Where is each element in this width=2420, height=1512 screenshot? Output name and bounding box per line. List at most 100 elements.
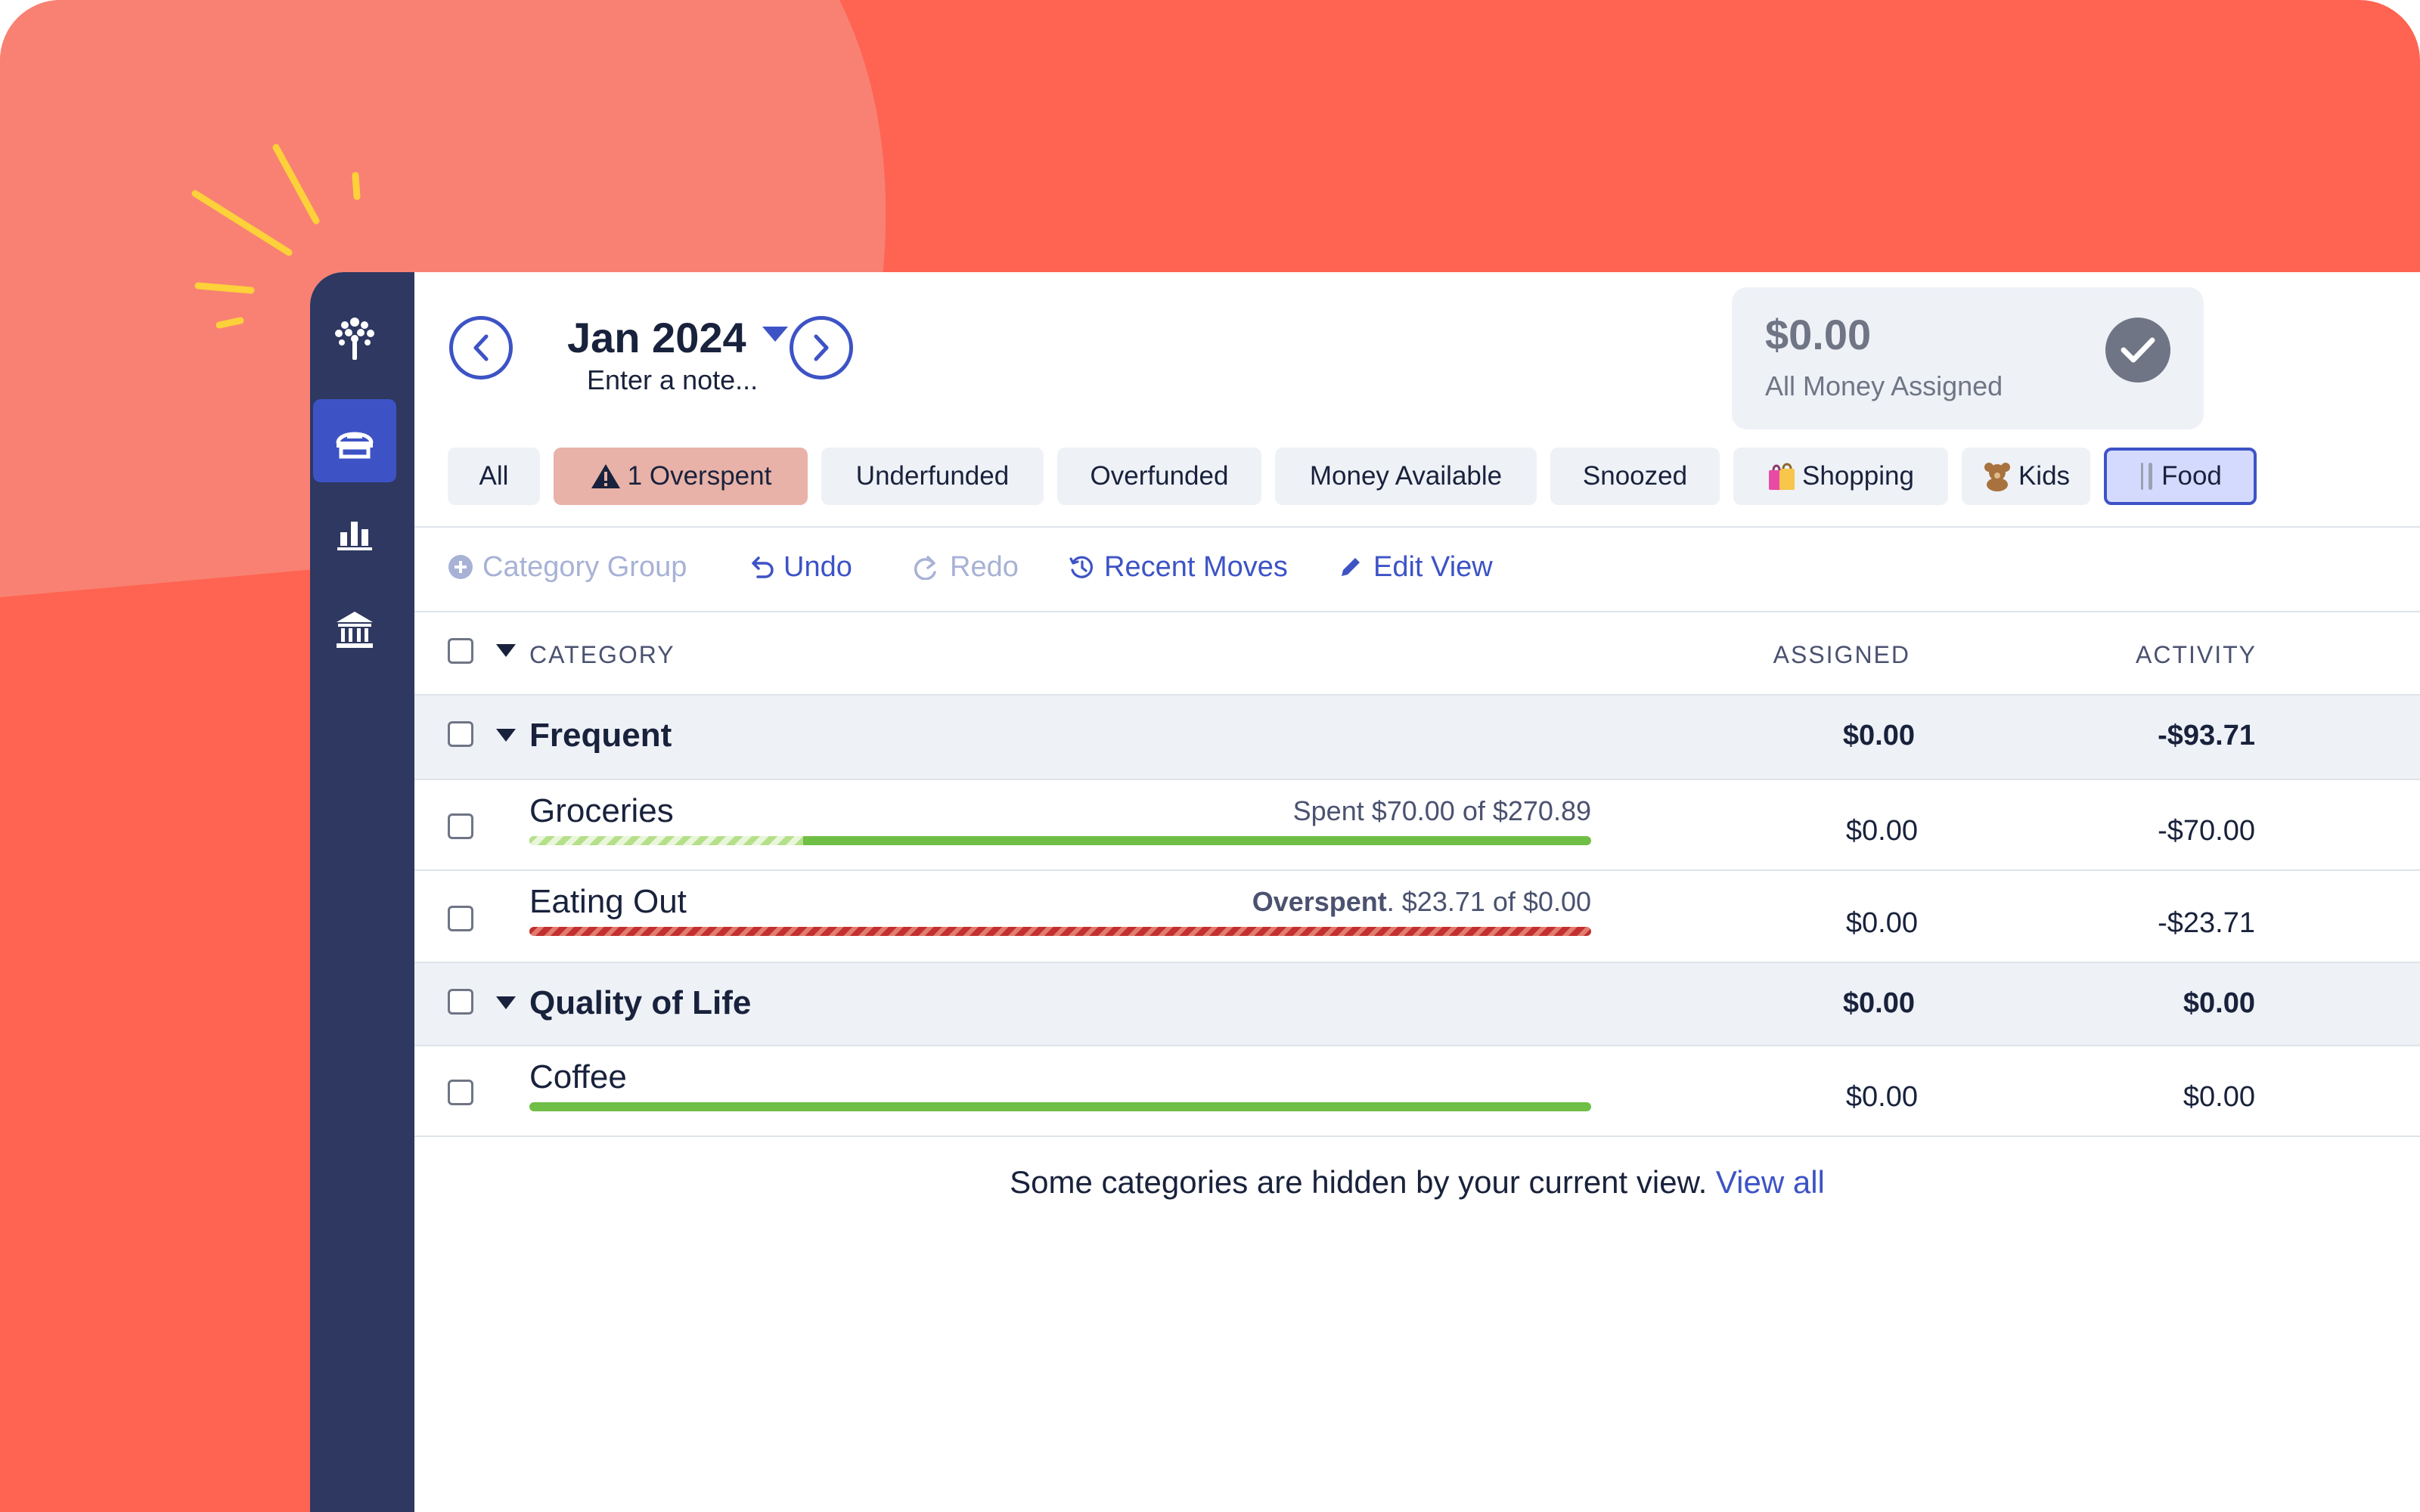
category-activity[interactable]: -$70.00 xyxy=(2158,815,2255,847)
fork-knife-icon xyxy=(2141,463,2153,490)
history-icon xyxy=(1069,556,1093,578)
row-checkbox[interactable] xyxy=(448,721,473,747)
redo-icon xyxy=(914,556,936,580)
progress-detail: . $23.71 of $0.00 xyxy=(1386,886,1591,917)
category-name[interactable]: Groceries xyxy=(529,792,674,830)
chip-label: Snoozed xyxy=(1582,461,1688,491)
category-group-row[interactable]: Frequent $0.00 -$93.71 xyxy=(414,696,2420,779)
sidebar xyxy=(310,272,414,1512)
funding-progress-bar xyxy=(529,1102,1591,1111)
group-activity: $0.00 xyxy=(2183,987,2255,1019)
group-name[interactable]: Quality of Life xyxy=(529,984,751,1022)
toolbar-label: Redo xyxy=(950,550,1019,583)
month-picker-caret-icon[interactable] xyxy=(762,327,788,342)
chip-label: Food xyxy=(2161,461,2222,491)
collapse-group-icon[interactable] xyxy=(496,729,516,742)
group-name[interactable]: Frequent xyxy=(529,717,672,754)
budget-icon[interactable] xyxy=(313,399,396,482)
category-activity[interactable]: $0.00 xyxy=(2183,1081,2255,1114)
filter-shopping[interactable]: Shopping xyxy=(1733,448,1948,505)
divider xyxy=(414,526,2420,528)
column-assigned[interactable]: ASSIGNED xyxy=(1773,641,1910,669)
promo-background: Jan 2024 Enter a note... $0.00 All Money… xyxy=(0,0,2420,1512)
undo-button[interactable]: Undo xyxy=(749,544,852,590)
select-all-checkbox[interactable] xyxy=(448,638,473,664)
recent-moves-button[interactable]: Recent Moves xyxy=(1068,544,1288,590)
filter-food[interactable]: Food xyxy=(2104,448,2257,505)
chip-label: Money Available xyxy=(1309,461,1503,491)
table-header: CATEGORY ASSIGNED ACTIVITY xyxy=(414,612,2420,694)
collapse-all-toggle-icon[interactable] xyxy=(496,644,516,657)
notice-text: Some categories are hidden by your curre… xyxy=(1010,1164,1708,1200)
row-checkbox[interactable] xyxy=(448,813,473,839)
funding-progress-bar xyxy=(529,836,1591,845)
ready-to-assign-amount: $0.00 xyxy=(1765,311,1872,358)
category-row[interactable]: Eating Out Overspent. $23.71 of $0.00 $0… xyxy=(414,871,2420,962)
filter-snoozed[interactable]: Snoozed xyxy=(1550,448,1720,505)
overspent-label: Overspent xyxy=(1252,886,1387,917)
budget-main: Jan 2024 Enter a note... $0.00 All Money… xyxy=(414,272,2420,1512)
row-checkbox[interactable] xyxy=(448,906,473,931)
chip-label: 1 Overspent xyxy=(627,461,772,491)
filter-money-available[interactable]: Money Available xyxy=(1275,448,1537,505)
toolbar-label: Edit View xyxy=(1373,550,1493,583)
filter-overfunded[interactable]: Overfunded xyxy=(1057,448,1261,505)
filter-underfunded[interactable]: Underfunded xyxy=(821,448,1044,505)
add-category-group-button[interactable]: Category Group xyxy=(448,544,687,590)
chip-label: Kids xyxy=(2018,461,2071,491)
undo-icon xyxy=(752,556,774,578)
category-group-row[interactable]: Quality of Life $0.00 $0.00 xyxy=(414,963,2420,1045)
check-icon xyxy=(2105,318,2170,383)
toolbar-label: Category Group xyxy=(482,550,687,583)
ready-to-assign-card[interactable]: $0.00 All Money Assigned xyxy=(1732,287,2204,429)
column-category[interactable]: CATEGORY xyxy=(529,641,675,669)
hidden-categories-notice: Some categories are hidden by your curre… xyxy=(414,1164,2420,1201)
teddy-bear-icon xyxy=(1984,463,2010,491)
progress-label: Overspent. $23.71 of $0.00 xyxy=(1252,886,1591,918)
chip-label: Underfunded xyxy=(855,461,1010,491)
category-assigned[interactable]: $0.00 xyxy=(1846,1081,1918,1114)
ready-to-assign-label: All Money Assigned xyxy=(1765,370,2003,401)
filter-kids[interactable]: Kids xyxy=(1962,448,2090,505)
category-row[interactable]: Coffee $0.00 $0.00 xyxy=(414,1046,2420,1136)
funding-progress-bar xyxy=(529,927,1591,936)
toolbar-label: Undo xyxy=(783,550,852,583)
warning-icon xyxy=(591,464,620,488)
plus-circle-icon xyxy=(448,555,473,579)
view-all-link[interactable]: View all xyxy=(1716,1164,1825,1200)
column-activity[interactable]: ACTIVITY xyxy=(2136,641,2257,669)
accounts-bank-icon[interactable] xyxy=(313,588,396,671)
category-name[interactable]: Coffee xyxy=(529,1058,627,1096)
spent-portion xyxy=(529,836,804,845)
row-checkbox[interactable] xyxy=(448,989,473,1015)
category-activity[interactable]: -$23.71 xyxy=(2158,907,2255,940)
chip-label: Shopping xyxy=(1802,461,1914,491)
group-activity: -$93.71 xyxy=(2158,720,2255,751)
category-assigned[interactable]: $0.00 xyxy=(1846,907,1918,940)
edit-view-button[interactable]: Edit View xyxy=(1337,544,1493,590)
redo-button[interactable]: Redo xyxy=(912,544,1019,590)
filter-all[interactable]: All xyxy=(448,448,540,505)
group-assigned: $0.00 xyxy=(1842,720,1915,751)
chip-label: Overfunded xyxy=(1090,461,1229,491)
collapse-group-icon[interactable] xyxy=(496,996,516,1009)
shopping-bags-icon xyxy=(1769,463,1795,490)
next-month-button[interactable] xyxy=(790,316,853,380)
category-assigned[interactable]: $0.00 xyxy=(1846,815,1918,847)
toolbar-label: Recent Moves xyxy=(1104,550,1288,583)
previous-month-button[interactable] xyxy=(449,316,513,380)
reports-icon[interactable] xyxy=(313,491,396,575)
progress-label: Spent $70.00 of $270.89 xyxy=(1292,795,1591,826)
row-checkbox[interactable] xyxy=(448,1080,473,1105)
month-note-input[interactable]: Enter a note... xyxy=(587,364,758,396)
pencil-icon xyxy=(1342,558,1360,576)
tree-logo-icon[interactable] xyxy=(313,296,396,380)
chip-label: All xyxy=(479,461,509,491)
budget-app-window: Jan 2024 Enter a note... $0.00 All Money… xyxy=(310,272,2420,1512)
month-title[interactable]: Jan 2024 xyxy=(567,313,746,362)
divider xyxy=(414,1136,2420,1137)
category-row[interactable]: Groceries Spent $70.00 of $270.89 $0.00 … xyxy=(414,780,2420,869)
group-assigned: $0.00 xyxy=(1842,987,1915,1019)
category-name[interactable]: Eating Out xyxy=(529,883,687,921)
filter-overspent[interactable]: 1 Overspent xyxy=(554,448,808,505)
